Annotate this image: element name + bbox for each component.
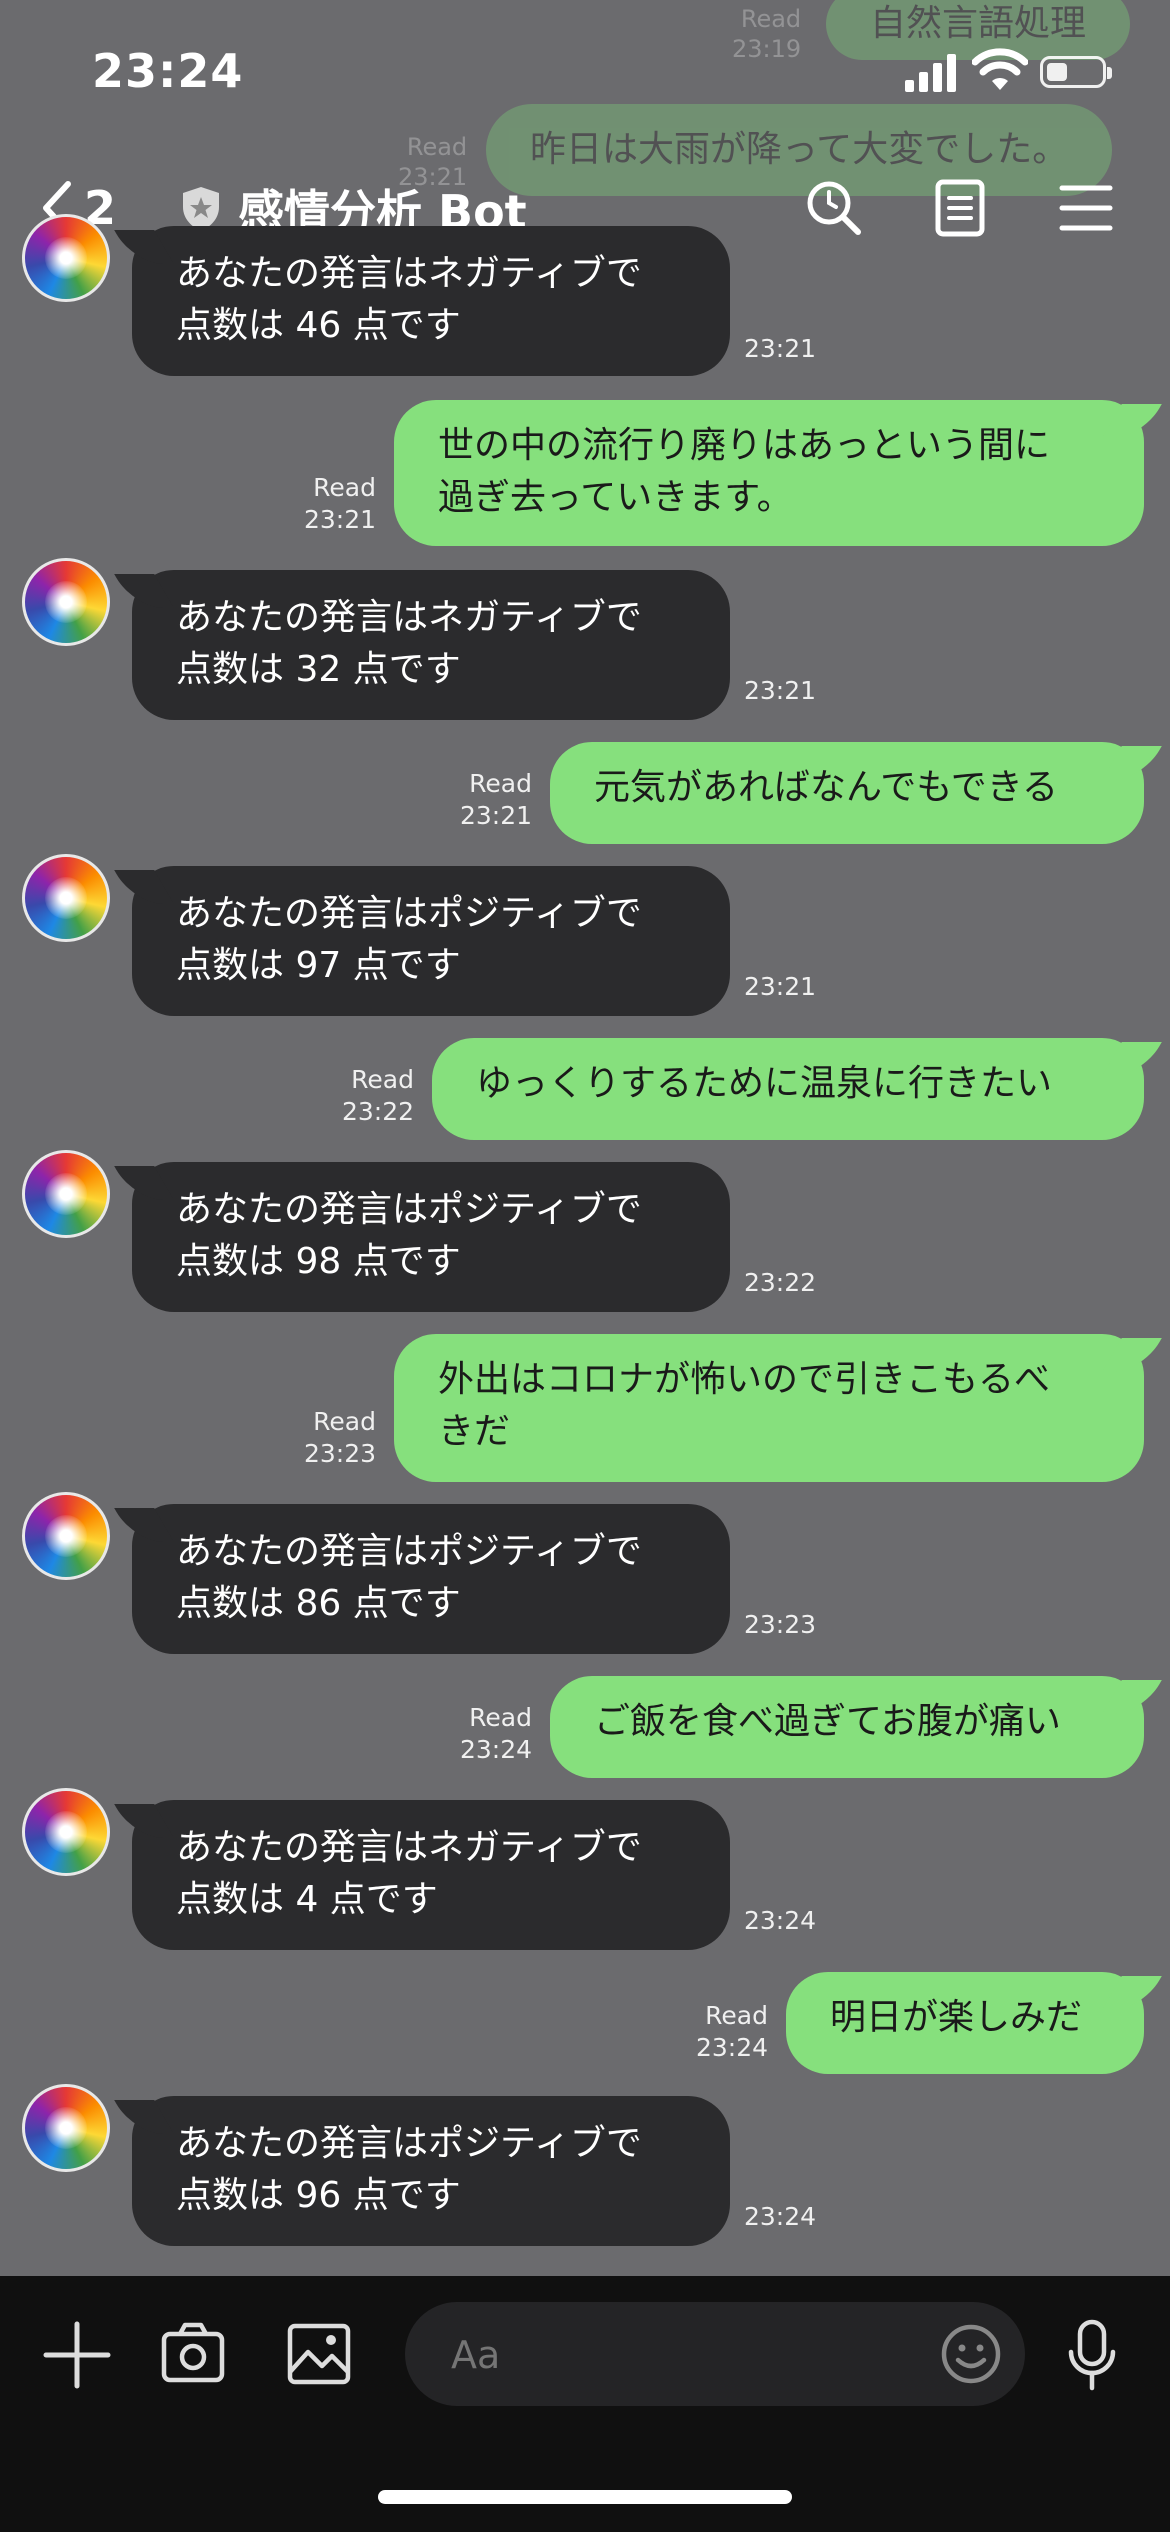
message-time: 23:22 <box>341 1097 414 1126</box>
message-time: 23:23 <box>744 1610 817 1639</box>
message-text-line: 世の中の流行り廃りはあっという間に <box>438 425 1051 466</box>
message-text-line: 点数は 86 点です <box>176 1583 461 1624</box>
bot-message[interactable]: あなたの発言はネガティブで 点数は 46 点です <box>132 226 730 376</box>
image-icon[interactable] <box>286 2322 352 2386</box>
wifi-icon <box>972 48 1028 90</box>
message-time: 23:21 <box>303 505 376 534</box>
read-receipt: Read 23:21 <box>456 768 532 832</box>
bot-message[interactable]: あなたの発言はポジティブで 点数は 86 点です <box>132 1504 730 1654</box>
message-text-line: あなたの発言はポジティブで <box>176 2123 642 2164</box>
message-text-line: あなたの発言はネガティブで <box>176 1827 642 1868</box>
message-text-line: ゆっくりするために温泉に行きたい <box>476 1063 1053 1104</box>
signal-icon <box>905 52 961 92</box>
read-receipt: Read 23:21 <box>300 472 376 536</box>
bot-message[interactable]: あなたの発言はポジティブで 点数は 98 点です <box>132 1162 730 1312</box>
message-time: 23:22 <box>744 1268 817 1297</box>
read-receipt: Read 23:24 <box>692 2000 768 2064</box>
read-label: Read <box>313 473 376 502</box>
bot-avatar[interactable] <box>22 854 110 942</box>
message-text-line: 過ぎ去っていきます。 <box>438 477 793 518</box>
camera-icon[interactable] <box>160 2320 226 2386</box>
message-text-line: あなたの発言はネガティブで <box>176 597 642 638</box>
read-label: Read <box>313 1407 376 1436</box>
message-time: 23:21 <box>459 801 532 830</box>
user-message[interactable]: 外出はコロナが怖いので引きこもるべ きだ <box>394 1334 1144 1482</box>
read-label: Read <box>705 2001 768 2030</box>
user-message[interactable]: ゆっくりするために温泉に行きたい <box>432 1038 1144 1140</box>
read-receipt: Read 23:22 <box>338 1064 414 1128</box>
message-text-line: 外出はコロナが怖いので引きこもるべ <box>438 1359 1051 1400</box>
user-message[interactable]: 元気があればなんでもできる <box>550 742 1144 844</box>
message-text-line: 明日が楽しみだ <box>830 1997 1083 2038</box>
bot-message[interactable]: あなたの発言はポジティブで 点数は 97 点です <box>132 866 730 1016</box>
message-text-line: ご飯を食べ過ぎてお腹が痛い <box>594 1701 1061 1742</box>
search-icon[interactable] <box>804 178 864 238</box>
user-message[interactable]: 明日が楽しみだ <box>786 1972 1144 2074</box>
read-receipt: Read 23:24 <box>456 1702 532 1766</box>
read-label: Read <box>351 1065 414 1094</box>
notes-icon[interactable] <box>934 178 986 238</box>
bot-avatar[interactable] <box>22 1150 110 1238</box>
bot-message[interactable]: あなたの発言はネガティブで 点数は 32 点です <box>132 570 730 720</box>
message-text-line: あなたの発言はポジティブで <box>176 1531 642 1572</box>
message-time: 23:24 <box>744 2202 817 2231</box>
message-text-line: あなたの発言はポジティブで <box>176 893 642 934</box>
bot-avatar[interactable] <box>22 1788 110 1876</box>
message-text-line: 元気があればなんでもできる <box>594 767 1059 808</box>
message-time: 23:24 <box>744 1906 817 1935</box>
home-indicator[interactable] <box>378 2490 792 2504</box>
message-text-line: あなたの発言はポジティブで <box>176 1189 642 1230</box>
message-text-line: きだ <box>438 1411 511 1452</box>
message-input[interactable] <box>449 2302 913 2408</box>
emoji-icon[interactable] <box>939 2322 1003 2386</box>
plus-icon[interactable] <box>42 2320 112 2390</box>
message-time: 23:24 <box>695 2033 768 2062</box>
message-time: 23:21 <box>744 676 817 705</box>
menu-icon[interactable] <box>1058 178 1114 238</box>
message-text-line: あなたの発言はネガティブで <box>176 253 642 294</box>
mic-icon[interactable] <box>1066 2318 1118 2394</box>
status-bar: 23:24 <box>0 0 1170 150</box>
bot-avatar[interactable] <box>22 2084 110 2172</box>
message-time: 23:23 <box>303 1439 376 1468</box>
status-time: 23:24 <box>92 44 244 98</box>
message-input-box[interactable] <box>405 2302 1025 2408</box>
bot-message[interactable]: あなたの発言はネガティブで 点数は 4 点です <box>132 1800 730 1950</box>
bot-message[interactable]: あなたの発言はポジティブで 点数は 96 点です <box>132 2096 730 2246</box>
message-time: 23:21 <box>744 972 817 1001</box>
message-text-line: 点数は 98 点です <box>176 1241 461 1282</box>
bot-avatar[interactable] <box>22 1492 110 1580</box>
bot-avatar[interactable] <box>22 558 110 646</box>
message-text-line: 点数は 96 点です <box>176 2175 461 2216</box>
message-text-line: 点数は 97 点です <box>176 945 461 986</box>
read-label: Read <box>469 1703 532 1732</box>
message-text-line: 点数は 32 点です <box>176 649 461 690</box>
read-label: Read <box>469 769 532 798</box>
battery-icon <box>1040 56 1112 88</box>
user-message[interactable]: 世の中の流行り廃りはあっという間に 過ぎ去っていきます。 <box>394 400 1144 546</box>
message-text-line: 点数は 4 点です <box>176 1879 438 1920</box>
user-message[interactable]: ご飯を食べ過ぎてお腹が痛い <box>550 1676 1144 1778</box>
message-text-line: 点数は 46 点です <box>176 305 461 346</box>
message-time: 23:24 <box>459 1735 532 1764</box>
bot-avatar[interactable] <box>22 214 110 302</box>
read-receipt: Read 23:23 <box>300 1406 376 1470</box>
message-time: 23:21 <box>744 334 817 363</box>
